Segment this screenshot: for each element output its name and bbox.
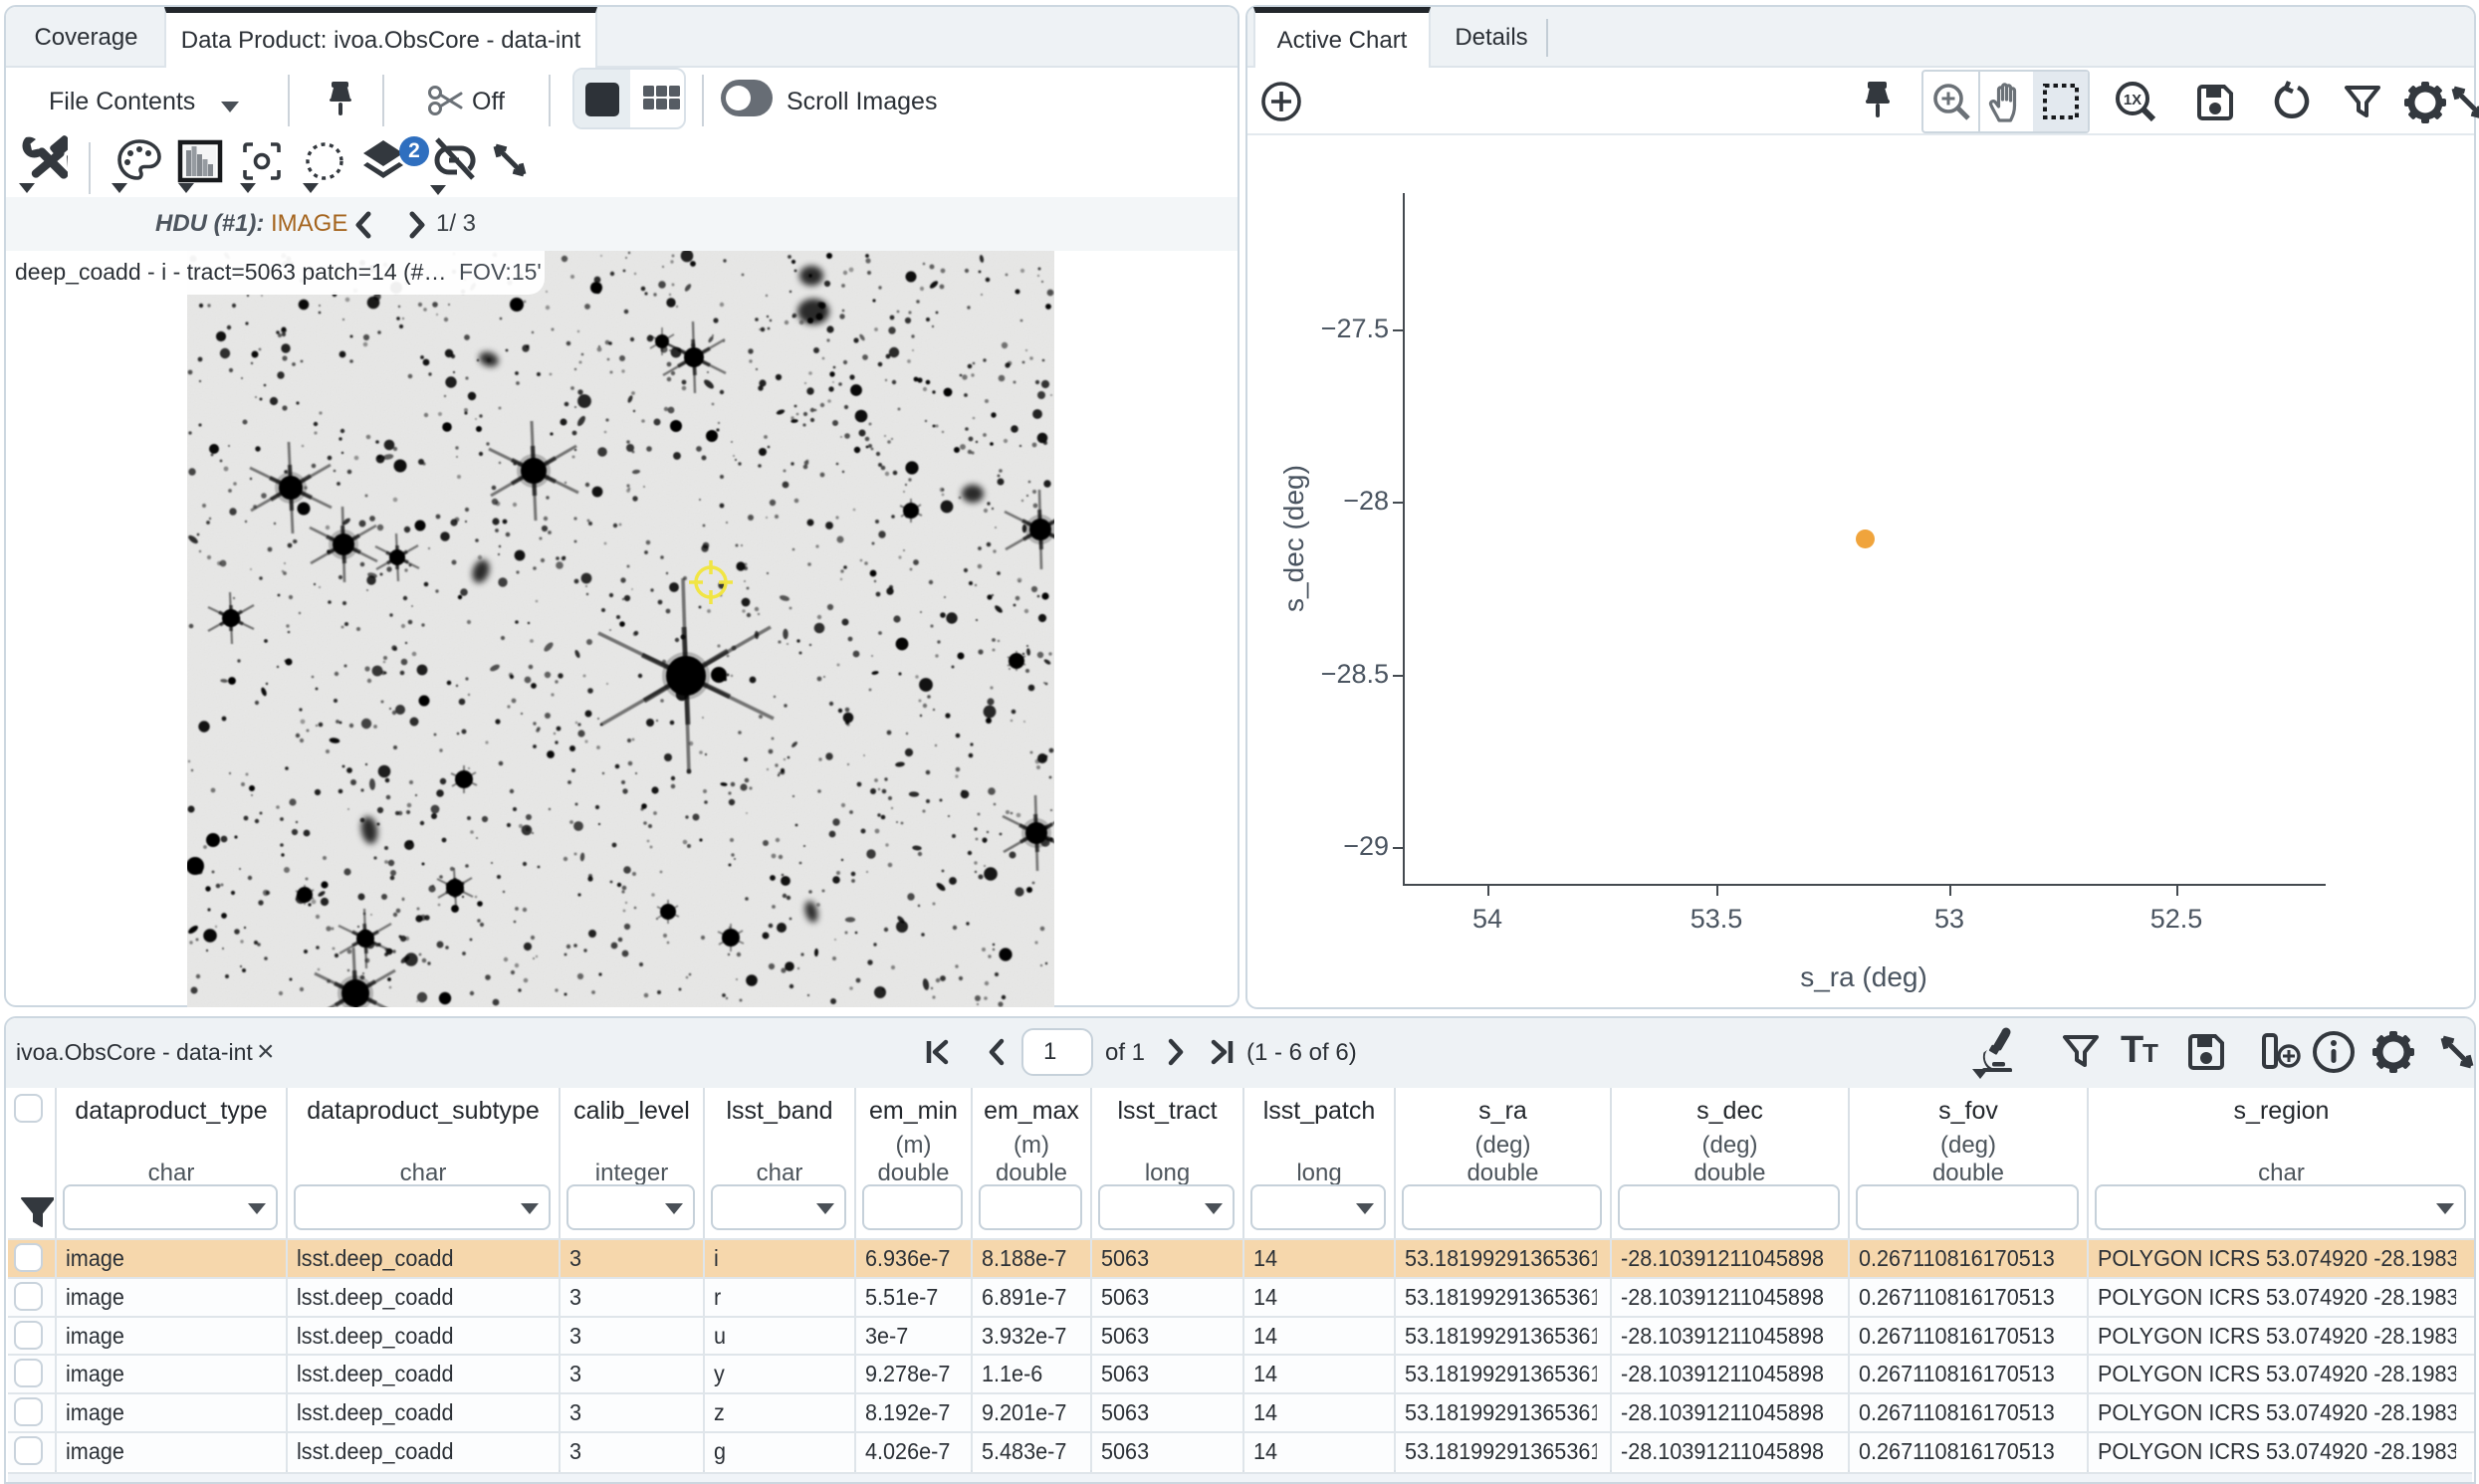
svg-text:1X: 1X bbox=[2124, 92, 2141, 108]
svg-text:T: T bbox=[2142, 1038, 2158, 1068]
svg-text:T: T bbox=[2121, 1029, 2143, 1071]
